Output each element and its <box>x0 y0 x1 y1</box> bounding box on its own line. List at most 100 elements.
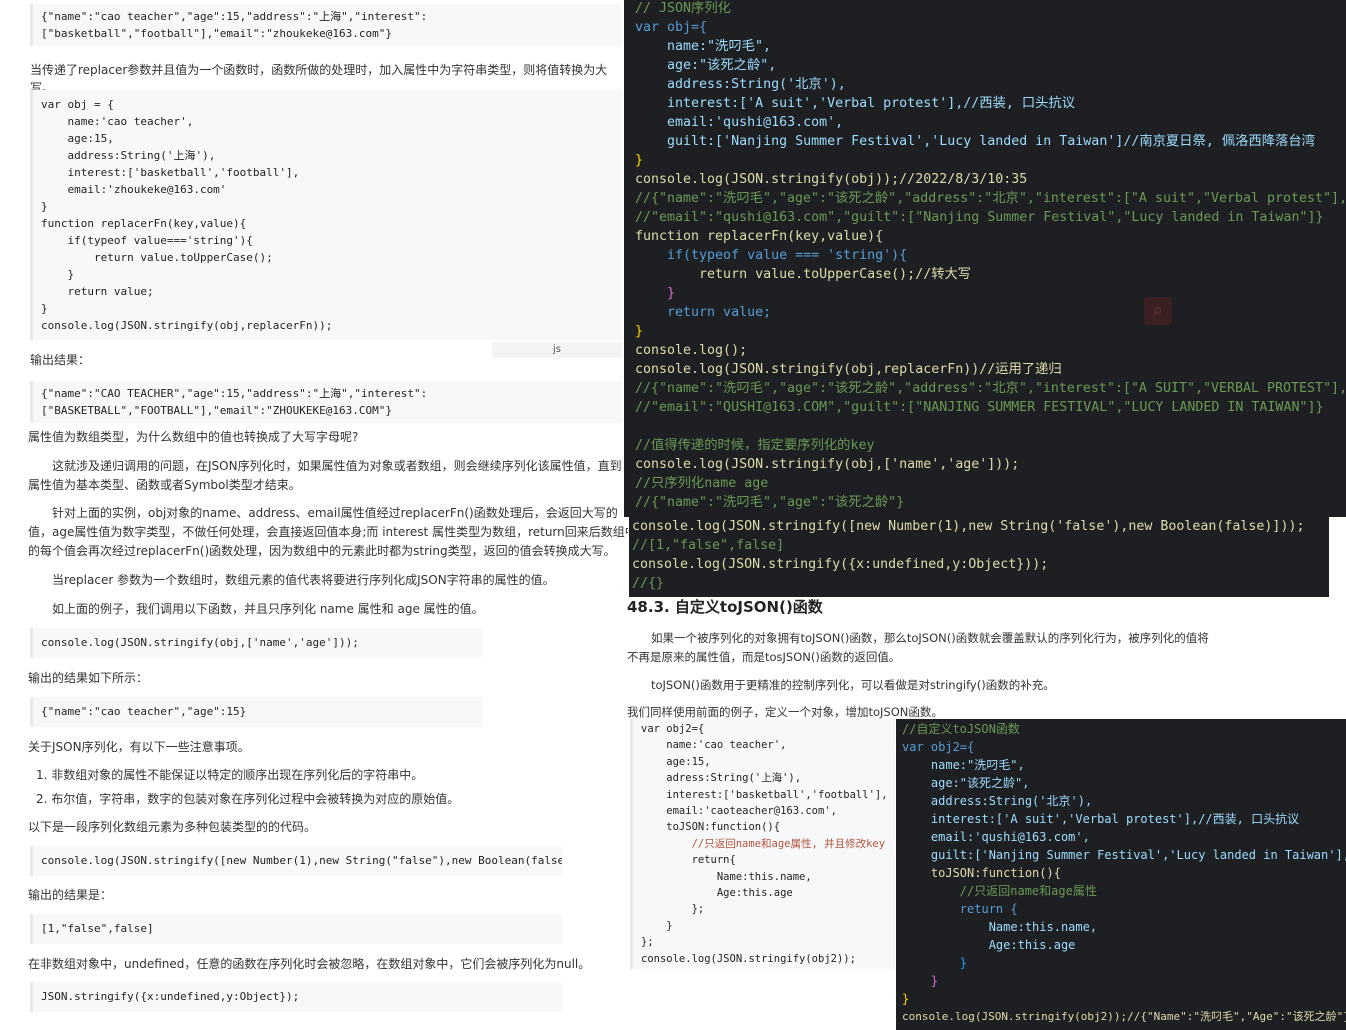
code-line: //只返回name和age属性 <box>902 884 1097 898</box>
code-line: address:String('北京'), <box>635 77 846 92</box>
code-line: Age:this.age <box>902 938 1076 952</box>
code-line: } <box>41 302 48 315</box>
code-line: age:"该死之龄", <box>902 776 1030 790</box>
paragraph: 属性值为基本类型、函数或者Symbol类型才结束。 <box>28 478 301 492</box>
paragraph: 以下是一段序列化数组元素为多种包装类型的的代码。 <box>28 820 317 834</box>
output-block-5: {"name":"cao teacher","age":15} <box>30 697 482 727</box>
paragraph: 输出的结果如下所示： <box>28 671 149 685</box>
code-line: //{"name":"洗叼毛","age":"该死之龄"} <box>635 495 905 510</box>
code-line: email:'qushi@163.com', <box>902 830 1090 844</box>
code-line: console.log(JSON.stringify([new Number(1… <box>632 519 1305 534</box>
code-line: return value.toUpperCase(); <box>41 251 273 264</box>
code-line: return{ <box>641 854 736 867</box>
code-line: //"email":"QUSHI@163.COM","guilt":["NANJ… <box>635 400 1324 415</box>
paragraph: 如上面的例子，我们调用以下函数，并且只序列化 name 属性和 age 属性的值… <box>52 602 484 616</box>
code-block-replacer: var obj = { name:'cao teacher', age:15, … <box>30 90 622 340</box>
code-line: name:'cao teacher', <box>41 115 194 128</box>
paragraph: 的每个值会再次经过replacerFn()函数处理，因为数组中的元素此时都为st… <box>28 544 616 558</box>
code-line: {"name":"cao teacher","age":15} <box>41 705 247 718</box>
code-line: var obj2={ <box>902 740 975 754</box>
section-title: 48.3. 自定义toJSON()函数 <box>627 598 823 616</box>
code-line: //{} <box>632 576 665 591</box>
code-line: //"email":"qushi@163.com","guilt":["Nanj… <box>635 210 1324 225</box>
paragraph: toJSON()函数用于更精准的控制序列化，可以看做是对stringify()函… <box>651 678 1055 692</box>
code-line: console.log(JSON.stringify([new Number(1… <box>41 854 562 867</box>
output-block-3: {"name":"CAO TEACHER","age":15,"address"… <box>30 381 622 423</box>
code-line: //自定义toJSON函数 <box>902 722 1020 736</box>
code-line: [1,"false",false] <box>41 922 154 935</box>
code-line: guilt:['Nanjing Summer Festival','Lucy l… <box>930 848 1346 862</box>
paragraph: 属性值为数组类型，为什么数组中的值也转换成了大写字母呢? <box>28 430 359 444</box>
code-line: interest:['basketball','football'], <box>641 788 888 801</box>
search-icon[interactable]: ⌕ <box>1144 297 1172 325</box>
paragraph: 在非数组对象中，undefined，任意的函数在序列化时会被忽略，在数组对象中，… <box>28 957 591 971</box>
code-line: } <box>41 200 48 213</box>
code-line: if(typeof value==='string'){ <box>41 234 253 247</box>
code-line: address:String('上海'), <box>41 149 216 162</box>
code-line: email:'qushi@163.com', <box>635 115 844 130</box>
code-line: age:"该死之龄", <box>635 58 777 73</box>
code-line: guilt:['Nanjing Summer Festival','Lucy l… <box>635 134 1315 149</box>
code-line: var obj2={ <box>641 723 705 735</box>
code-line: toJSON:function(){ <box>902 866 1061 880</box>
code-line: console.log(JSON.stringify({x:undefined,… <box>632 557 1049 572</box>
code-line: name:"洗叼毛", <box>635 39 771 54</box>
code-line: console.log(JSON.stringify(obj2)); <box>641 952 856 965</box>
code-line: function replacerFn(key,value){ <box>41 217 247 230</box>
paragraph: 针对上面的实例，obj对象的name、address、email属性值经过rep… <box>52 506 618 520</box>
code-line: interest:['basketball','football'], <box>41 166 300 179</box>
code-line: } <box>902 956 968 970</box>
code-line: address:String('北京'), <box>902 794 1093 808</box>
code-block-tojson: var obj2={ name:'cao teacher', age:15, a… <box>630 719 895 969</box>
code-line: age:15, <box>641 755 711 768</box>
code-editor-panel-1: // JSON序列化 var obj={ name:"洗叼毛", age:"该死… <box>624 0 1346 517</box>
code-line: } <box>635 324 644 339</box>
code-line: } <box>902 974 939 988</box>
code-line: return { <box>902 902 1018 916</box>
code-block-wrappers: console.log(JSON.stringify([new Number(1… <box>30 846 562 876</box>
list-item: 1. 非数组对象的属性不能保证以特定的顺序出现在序列化后的字符串中。 <box>36 768 424 782</box>
code-line: name:"洗叼毛", <box>902 758 1025 772</box>
code-line: age:15, <box>41 132 114 145</box>
code-line: //值得传递的时候，指定要序列化的key <box>635 438 875 453</box>
code-editor-panel-2: //自定义toJSON函数 var obj2={ name:"洗叼毛", age… <box>896 719 1346 1030</box>
code-line: //只返回name和age属性, 并且修改key <box>641 837 886 850</box>
code-line: console.log(); <box>635 343 748 358</box>
code-language-tab[interactable]: js <box>492 342 622 358</box>
code-line: {"name":"cao teacher","age":15,"address"… <box>41 10 428 23</box>
paragraph: 输出结果： <box>30 353 91 367</box>
code-line: console.log(JSON.stringify(obj2));//{"Na… <box>902 1010 1346 1023</box>
paragraph: 值，age属性值为数字类型，不做任何处理，会直接返回值本身;而 interest… <box>28 525 628 539</box>
output-block-1: {"name":"cao teacher","age":15,"address"… <box>30 4 622 46</box>
code-line: //{"name":"洗叼毛","age":"该死之龄","address":"… <box>635 381 1346 396</box>
code-line: Name:this.name, <box>902 920 1098 934</box>
code-line: Name:this.name, <box>641 870 812 883</box>
code-block-array-replacer: console.log(JSON.stringify(obj,['name','… <box>30 628 482 658</box>
code-line: } <box>41 268 75 281</box>
code-line: name:'cao teacher', <box>641 739 787 752</box>
code-line: } <box>635 153 644 168</box>
code-line: console.log(JSON.stringify(obj,['name','… <box>635 457 1020 472</box>
code-line: email:'caoteacher@163.com', <box>641 805 837 818</box>
code-line: var obj = { <box>41 98 114 111</box>
code-line: }; <box>641 903 705 916</box>
code-line: JSON.stringify({x:undefined,y:Object}); <box>41 990 300 1003</box>
code-line: //只序列化name age <box>635 476 769 491</box>
code-line: ["BASKETBALL","FOOTBALL"],"email":"ZHOUK… <box>41 404 392 417</box>
code-line: toJSON:function(){ <box>641 821 781 834</box>
code-line: console.log(JSON.stringify(obj,replacerF… <box>635 362 1062 377</box>
paragraph: 这就涉及递归调用的问题，在JSON序列化时，如果属性值为对象或者数组，则会继续序… <box>52 459 622 473</box>
code-line: //[1,"false",false] <box>632 538 785 553</box>
output-block-7: [1,"false",false] <box>30 914 562 944</box>
code-line: return value; <box>41 285 154 298</box>
code-line: Age:this.age <box>641 887 793 900</box>
code-block-undefined: JSON.stringify({x:undefined,y:Object}); <box>30 982 562 1012</box>
code-line: {"name":"CAO TEACHER","age":15,"address"… <box>41 387 428 400</box>
paragraph: 输出的结果是： <box>28 888 113 902</box>
code-line: console.log(JSON.stringify(obj,['name','… <box>41 636 359 649</box>
code-line: ["basketball","football"],"email":"zhouk… <box>41 27 392 40</box>
list-item: 2. 布尔值，字符串，数字的包装对象在序列化过程中会被转换为对应的原始值。 <box>36 792 460 806</box>
code-line: email:'zhoukeke@163.com' <box>41 183 227 196</box>
code-line: interest:['A suit','Verbal protest'],//西… <box>902 812 1300 826</box>
